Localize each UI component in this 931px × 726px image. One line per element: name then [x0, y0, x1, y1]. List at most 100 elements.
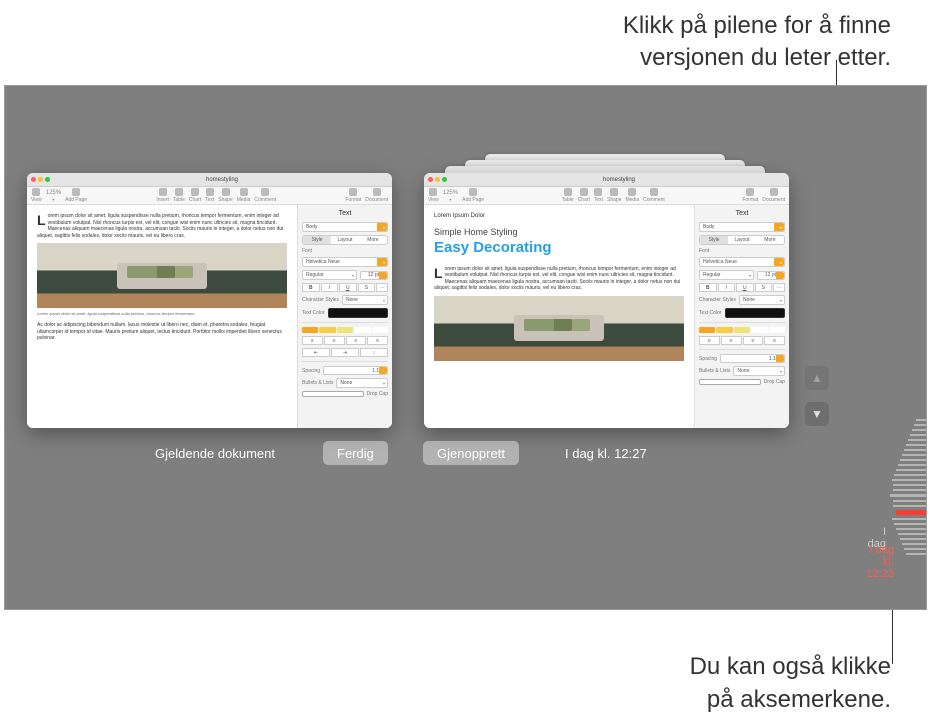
toolbar-table[interactable]: Table [562, 188, 574, 203]
timeline-tick[interactable] [894, 523, 926, 525]
toolbar-zoom[interactable]: 125% [443, 190, 458, 202]
timeline-tick[interactable] [902, 543, 926, 545]
done-button[interactable]: Ferdig [323, 441, 388, 465]
maximize-icon[interactable] [442, 177, 447, 182]
timeline-tick-current[interactable] [896, 510, 926, 515]
timeline-tick[interactable] [900, 538, 926, 540]
timeline-tick[interactable] [914, 424, 926, 426]
font-more-button[interactable]: ⋯ [376, 283, 388, 292]
vindent-button[interactable]: ↕ [360, 348, 388, 357]
timeline-tick[interactable] [898, 464, 926, 466]
timeline-tick[interactable] [912, 429, 926, 431]
align-justify-button[interactable]: ≡ [764, 336, 785, 345]
timeline-tick[interactable] [898, 533, 926, 535]
timeline-tick[interactable] [902, 454, 926, 456]
align-left-button[interactable]: ≡ [302, 336, 323, 345]
toolbar-addpage[interactable]: Add Page [462, 188, 484, 203]
indent-button[interactable]: ⇥ [331, 348, 359, 357]
italic-button[interactable]: I [321, 283, 339, 292]
timeline-tick[interactable] [892, 479, 926, 481]
inspector-segmented[interactable]: Style Layout More [302, 235, 388, 245]
seg-more[interactable]: More [756, 236, 784, 244]
maximize-icon[interactable] [45, 177, 50, 182]
seg-layout[interactable]: Layout [331, 236, 359, 244]
timeline-tick[interactable] [893, 489, 926, 491]
restore-button[interactable]: Gjenopprett [423, 441, 519, 465]
align-right-button[interactable]: ≡ [346, 336, 367, 345]
timeline-tick-today[interactable] [890, 494, 926, 497]
align-justify-button[interactable]: ≡ [367, 336, 388, 345]
text-color-swatch[interactable] [328, 308, 388, 318]
toolbar-insert[interactable]: Insert [156, 188, 169, 203]
toolbar-format[interactable]: Format [742, 188, 758, 203]
toolbar-document[interactable]: Document [365, 188, 388, 203]
toolbar-document[interactable]: Document [762, 188, 785, 203]
timeline-tick[interactable] [906, 444, 926, 446]
toolbar-text[interactable]: Text [594, 188, 603, 203]
toolbar-media[interactable]: Media [625, 188, 639, 203]
align-left-button[interactable]: ≡ [699, 336, 720, 345]
font-size-field[interactable]: 12 pt [360, 271, 388, 280]
minimize-icon[interactable] [38, 177, 43, 182]
seg-layout[interactable]: Layout [728, 236, 756, 244]
font-weight-select[interactable]: Regular [699, 270, 754, 280]
toolbar-table[interactable]: Table [173, 188, 185, 203]
timeline-tick[interactable] [904, 548, 926, 550]
toolbar-addpage[interactable]: Add Page [65, 188, 87, 203]
timeline-tick[interactable] [894, 474, 926, 476]
bold-button[interactable]: B [699, 283, 717, 292]
align-center-button[interactable]: ≡ [721, 336, 742, 345]
bullets-select[interactable]: None [733, 366, 785, 376]
align-right-button[interactable]: ≡ [743, 336, 764, 345]
color-palette[interactable] [302, 327, 388, 333]
timeline-tick[interactable] [908, 439, 926, 441]
timeline-tick[interactable] [896, 469, 926, 471]
document-page[interactable]: Lorem Ipsum Dolor Simple Home Styling Ea… [424, 205, 694, 428]
timeline-tick[interactable] [904, 449, 926, 451]
align-center-button[interactable]: ≡ [324, 336, 345, 345]
timeline-tick[interactable] [893, 484, 926, 486]
underline-button[interactable]: U [736, 283, 754, 292]
toolbar-shape[interactable]: Shape [607, 188, 621, 203]
close-icon[interactable] [428, 177, 433, 182]
font-size-field[interactable]: 12 pt [757, 271, 785, 280]
char-styles-select[interactable]: None [342, 295, 388, 305]
version-previous-arrow[interactable]: ▲ [805, 366, 829, 390]
toolbar-media[interactable]: Media [237, 188, 251, 203]
underline-button[interactable]: U [339, 283, 357, 292]
strike-button[interactable]: S [755, 283, 773, 292]
timeline-tick[interactable] [900, 459, 926, 461]
font-family-select[interactable]: Helvetica Neue [302, 257, 388, 267]
strike-button[interactable]: S [358, 283, 376, 292]
window-titlebar[interactable]: homestyling [27, 173, 392, 187]
toolbar-comment[interactable]: Comment [643, 188, 665, 203]
version-next-arrow[interactable]: ▼ [805, 402, 829, 426]
toolbar-chart[interactable]: Chart [578, 188, 590, 203]
outdent-button[interactable]: ⇤ [302, 348, 330, 357]
dropcap-checkbox[interactable] [699, 379, 761, 385]
window-titlebar[interactable]: homestyling [424, 173, 789, 187]
timeline-tick[interactable] [910, 434, 926, 436]
timeline-tick[interactable] [893, 500, 926, 502]
font-weight-select[interactable]: Regular [302, 270, 357, 280]
italic-button[interactable]: I [718, 283, 736, 292]
document-page[interactable]: Lorem ipsum dolor sit amet, ligula suspe… [27, 205, 297, 428]
spacing-field[interactable]: 1.1 [323, 366, 388, 375]
toolbar-format[interactable]: Format [345, 188, 361, 203]
toolbar-zoom[interactable]: 125% [46, 190, 61, 202]
color-palette[interactable] [699, 327, 785, 333]
seg-style[interactable]: Style [303, 236, 331, 244]
toolbar-view[interactable]: View [31, 188, 42, 203]
timeline-tick[interactable] [916, 419, 926, 421]
spacing-field[interactable]: 1.1 [720, 354, 785, 363]
toolbar-comment[interactable]: Comment [254, 188, 276, 203]
timeline-tick[interactable] [892, 518, 926, 520]
timeline-tick[interactable] [896, 528, 926, 530]
paragraph-style-select[interactable]: Body [302, 222, 388, 232]
timeline-tick[interactable] [906, 553, 926, 555]
toolbar-text[interactable]: Text [205, 188, 214, 203]
paragraph-style-select[interactable]: Body [699, 222, 785, 232]
minimize-icon[interactable] [435, 177, 440, 182]
close-icon[interactable] [31, 177, 36, 182]
timeline-tick[interactable] [893, 505, 926, 507]
